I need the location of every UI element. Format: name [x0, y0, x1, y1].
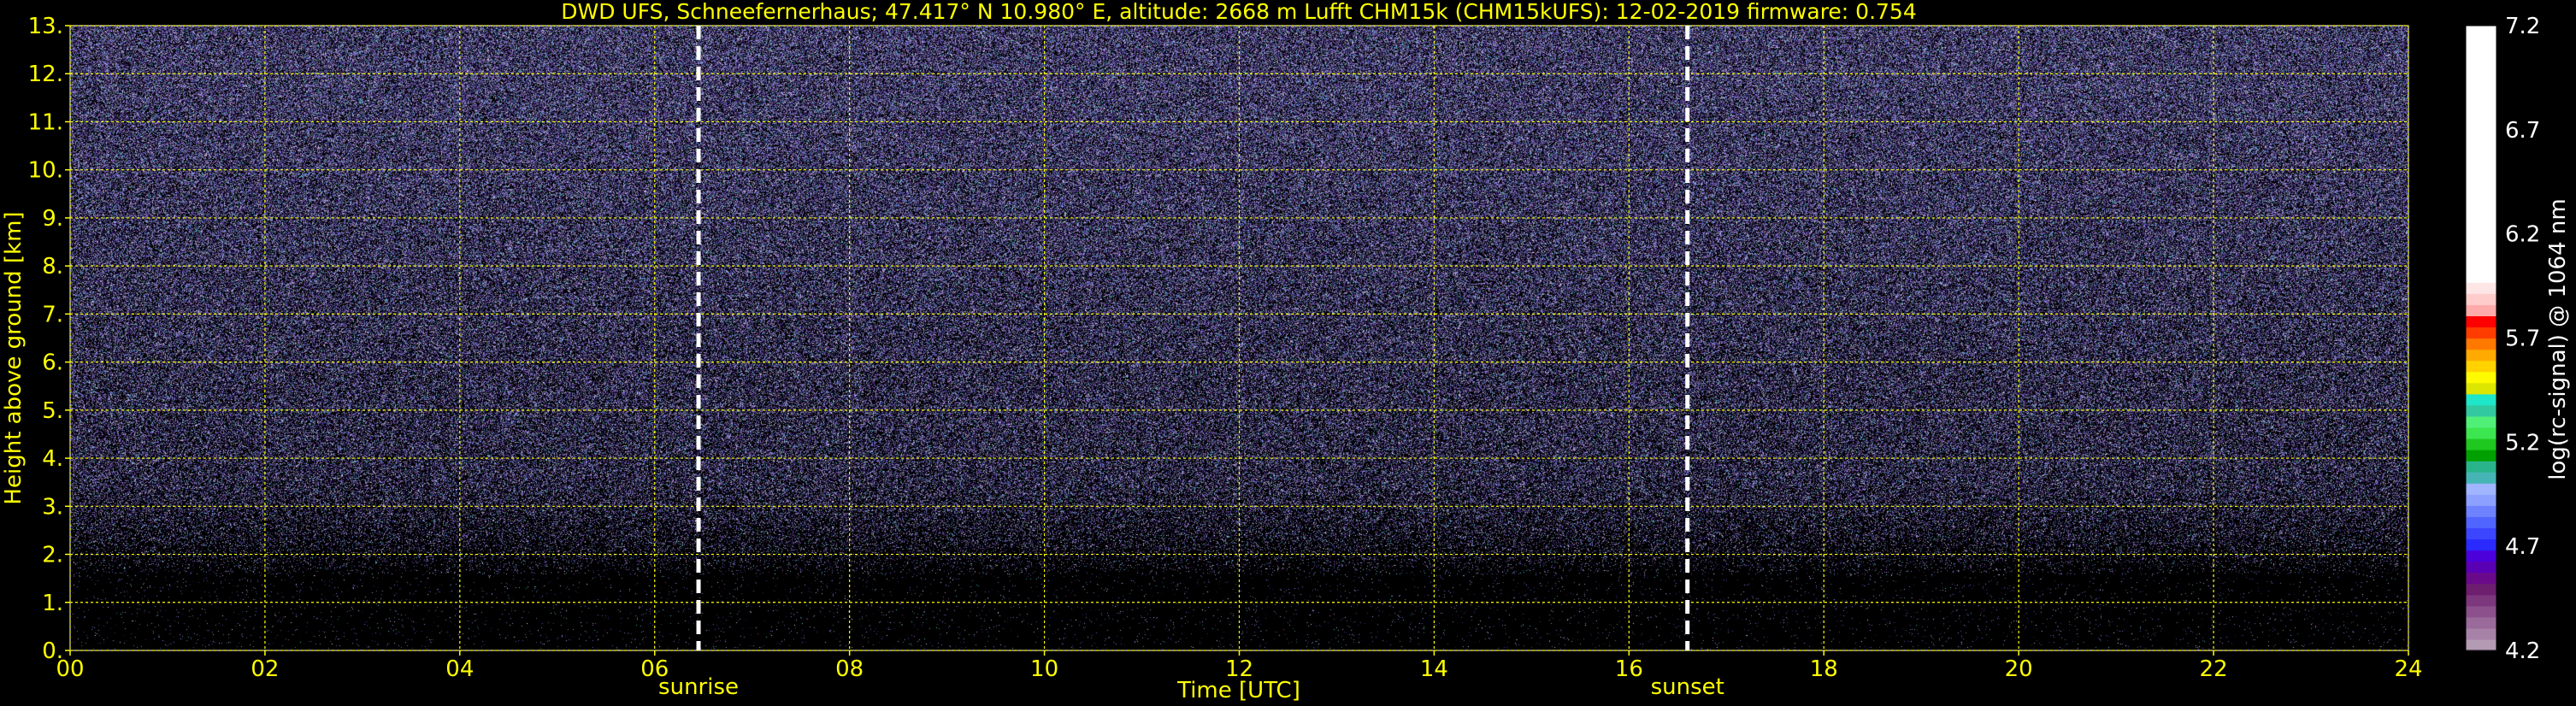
colorbar-segment	[2466, 561, 2496, 574]
ceilometer-plot: DWD UFS, Schneefernerhaus; 47.417° N 10.…	[0, 0, 2576, 706]
colorbar-segment	[2466, 349, 2496, 362]
y-tick-label: 1.	[42, 591, 63, 616]
colorbar-segment	[2466, 616, 2496, 629]
colorbar-segment	[2466, 393, 2496, 406]
y-tick-label: 2.	[42, 543, 63, 568]
colorbar-segment	[2466, 461, 2496, 473]
colorbar-tick-label: 4.7	[2505, 534, 2540, 560]
colorbar-segment	[2466, 260, 2496, 272]
colorbar-segment	[2466, 427, 2496, 439]
colorbar-segment	[2466, 550, 2496, 562]
colorbar-segment	[2466, 203, 2496, 216]
colorbar-segment	[2466, 638, 2496, 651]
sunrise-label: sunrise	[658, 674, 739, 700]
colorbar-segment	[2466, 282, 2496, 294]
colorbar-segment	[2466, 327, 2496, 339]
colorbar-tick-label: 7.2	[2505, 14, 2540, 39]
colorbar-segment	[2466, 37, 2496, 49]
y-tick-label: 5.	[42, 398, 63, 424]
colorbar-segment	[2466, 538, 2496, 551]
colorbar-segment	[2466, 360, 2496, 373]
y-tick-label: 0.	[42, 638, 63, 664]
colorbar-segment	[2466, 605, 2496, 618]
colorbar-segment	[2466, 315, 2496, 328]
colorbar-segment	[2466, 338, 2496, 350]
colorbar-segment	[2466, 404, 2496, 417]
x-tick-label: 20	[2005, 656, 2033, 682]
colorbar-segment	[2466, 81, 2496, 93]
x-tick-label: 16	[1615, 656, 1643, 682]
y-tick-label: 8.	[42, 254, 63, 279]
colorbar-tick-label: 4.2	[2505, 638, 2540, 664]
x-tick-label: 22	[2200, 656, 2228, 682]
colorbar-segment	[2466, 26, 2496, 38]
colorbar-segment	[2466, 192, 2496, 205]
sunset-label: sunset	[1651, 674, 1724, 700]
colorbar-segment	[2466, 627, 2496, 640]
colorbar-segment	[2466, 494, 2496, 506]
colorbar-segment	[2466, 594, 2496, 607]
x-tick-label: 14	[1420, 656, 1448, 682]
colorbar-segment	[2466, 148, 2496, 161]
colorbar-segment	[2466, 59, 2496, 71]
colorbar-segment	[2466, 572, 2496, 585]
colorbar-segment	[2466, 170, 2496, 183]
y-tick-label: 7.	[42, 302, 63, 327]
colorbar-segment	[2466, 304, 2496, 316]
x-tick-label: 18	[1810, 656, 1838, 682]
y-tick-label: 6.	[42, 350, 63, 376]
x-axis-label: Time [UTC]	[1176, 678, 1300, 703]
y-tick-label: 11.	[28, 109, 63, 135]
x-tick-label: 10	[1030, 656, 1058, 682]
y-tick-label: 4.	[42, 446, 63, 472]
colorbar-segment	[2466, 238, 2496, 250]
x-tick-label: 02	[251, 656, 279, 682]
colorbar-tick-label: 5.7	[2505, 327, 2540, 352]
y-axis-label: Height above ground [km]	[1, 211, 27, 504]
colorbar-segment	[2466, 159, 2496, 172]
y-tick-label: 9.	[42, 206, 63, 232]
colorbar-segment	[2466, 126, 2496, 138]
colorbar-segment	[2466, 271, 2496, 283]
colorbar-segment	[2466, 438, 2496, 450]
y-tick-label: 12.	[28, 62, 63, 87]
colorbar-segment	[2466, 371, 2496, 384]
colorbar-segment	[2466, 137, 2496, 150]
chart-svg: DWD UFS, Schneefernerhaus; 47.417° N 10.…	[0, 0, 2576, 706]
x-tick-label: 08	[835, 656, 864, 682]
colorbar-segment	[2466, 181, 2496, 194]
colorbar-tick-label: 6.2	[2505, 222, 2540, 248]
x-tick-label: 04	[445, 656, 474, 682]
colorbar-segment	[2466, 516, 2496, 529]
colorbar-segment	[2466, 483, 2496, 495]
colorbar-tick-label: 5.2	[2505, 430, 2540, 456]
colorbar-segment	[2466, 115, 2496, 127]
colorbar-segment	[2466, 450, 2496, 462]
colorbar-segment	[2466, 103, 2496, 116]
colorbar-segment	[2466, 527, 2496, 540]
colorbar-segment	[2466, 382, 2496, 395]
colorbar-segment	[2466, 293, 2496, 305]
chart-title: DWD UFS, Schneefernerhaus; 47.417° N 10.…	[561, 0, 1917, 24]
colorbar-label: log(rc-signal) @ 1064 nm	[2545, 198, 2571, 479]
colorbar-tick-label: 6.7	[2505, 118, 2540, 144]
y-tick-label: 13.	[28, 14, 63, 39]
colorbar-segment	[2466, 415, 2496, 428]
colorbar-segment	[2466, 92, 2496, 104]
colorbar-segment	[2466, 583, 2496, 596]
y-tick-label: 10.	[28, 158, 63, 184]
colorbar-segment	[2466, 226, 2496, 238]
colorbar-segment	[2466, 215, 2496, 227]
colorbar-segment	[2466, 70, 2496, 82]
colorbar-segment	[2466, 48, 2496, 60]
x-tick-label: 06	[640, 656, 669, 682]
colorbar-segment	[2466, 505, 2496, 517]
colorbar-segment	[2466, 472, 2496, 484]
colorbar-segment	[2466, 249, 2496, 261]
x-tick-label: 24	[2394, 656, 2422, 682]
y-tick-label: 3.	[42, 494, 63, 520]
